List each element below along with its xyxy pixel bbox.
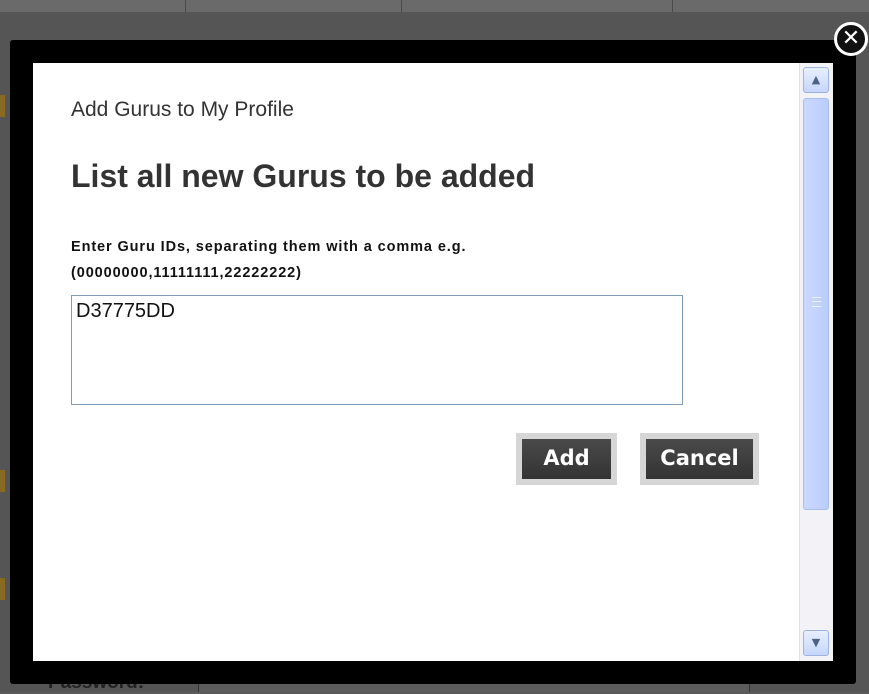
guru-ids-input[interactable] bbox=[71, 295, 683, 405]
background-tab bbox=[186, 0, 402, 12]
add-button[interactable]: Add bbox=[516, 433, 617, 485]
dialog-header-title: Add Gurus to My Profile bbox=[71, 98, 294, 121]
vertical-scrollbar[interactable]: ▲ ▼ bbox=[799, 63, 833, 661]
add-gurus-dialog: Add Gurus to My Profile List all new Gur… bbox=[33, 63, 833, 661]
background-tab bbox=[402, 0, 673, 12]
grip-icon bbox=[812, 297, 821, 307]
close-icon[interactable]: ✕ bbox=[834, 22, 868, 56]
background-edge bbox=[0, 578, 5, 600]
background-tab bbox=[673, 0, 869, 12]
background-tab bbox=[0, 0, 186, 12]
instructions-text: Enter Guru IDs, separating them with a c… bbox=[71, 234, 711, 286]
scroll-down-icon[interactable]: ▼ bbox=[803, 630, 829, 656]
instructions-line: Enter Guru IDs, separating them with a c… bbox=[71, 239, 467, 255]
background-edge bbox=[0, 95, 5, 117]
background-edge bbox=[0, 470, 5, 492]
instructions-example: (00000000,11111111,22222222) bbox=[71, 265, 302, 281]
scroll-up-icon[interactable]: ▲ bbox=[803, 67, 829, 93]
scrollbar-thumb[interactable] bbox=[803, 98, 829, 510]
cancel-button[interactable]: Cancel bbox=[640, 433, 759, 485]
dialog-section-title: List all new Gurus to be added bbox=[71, 158, 536, 194]
